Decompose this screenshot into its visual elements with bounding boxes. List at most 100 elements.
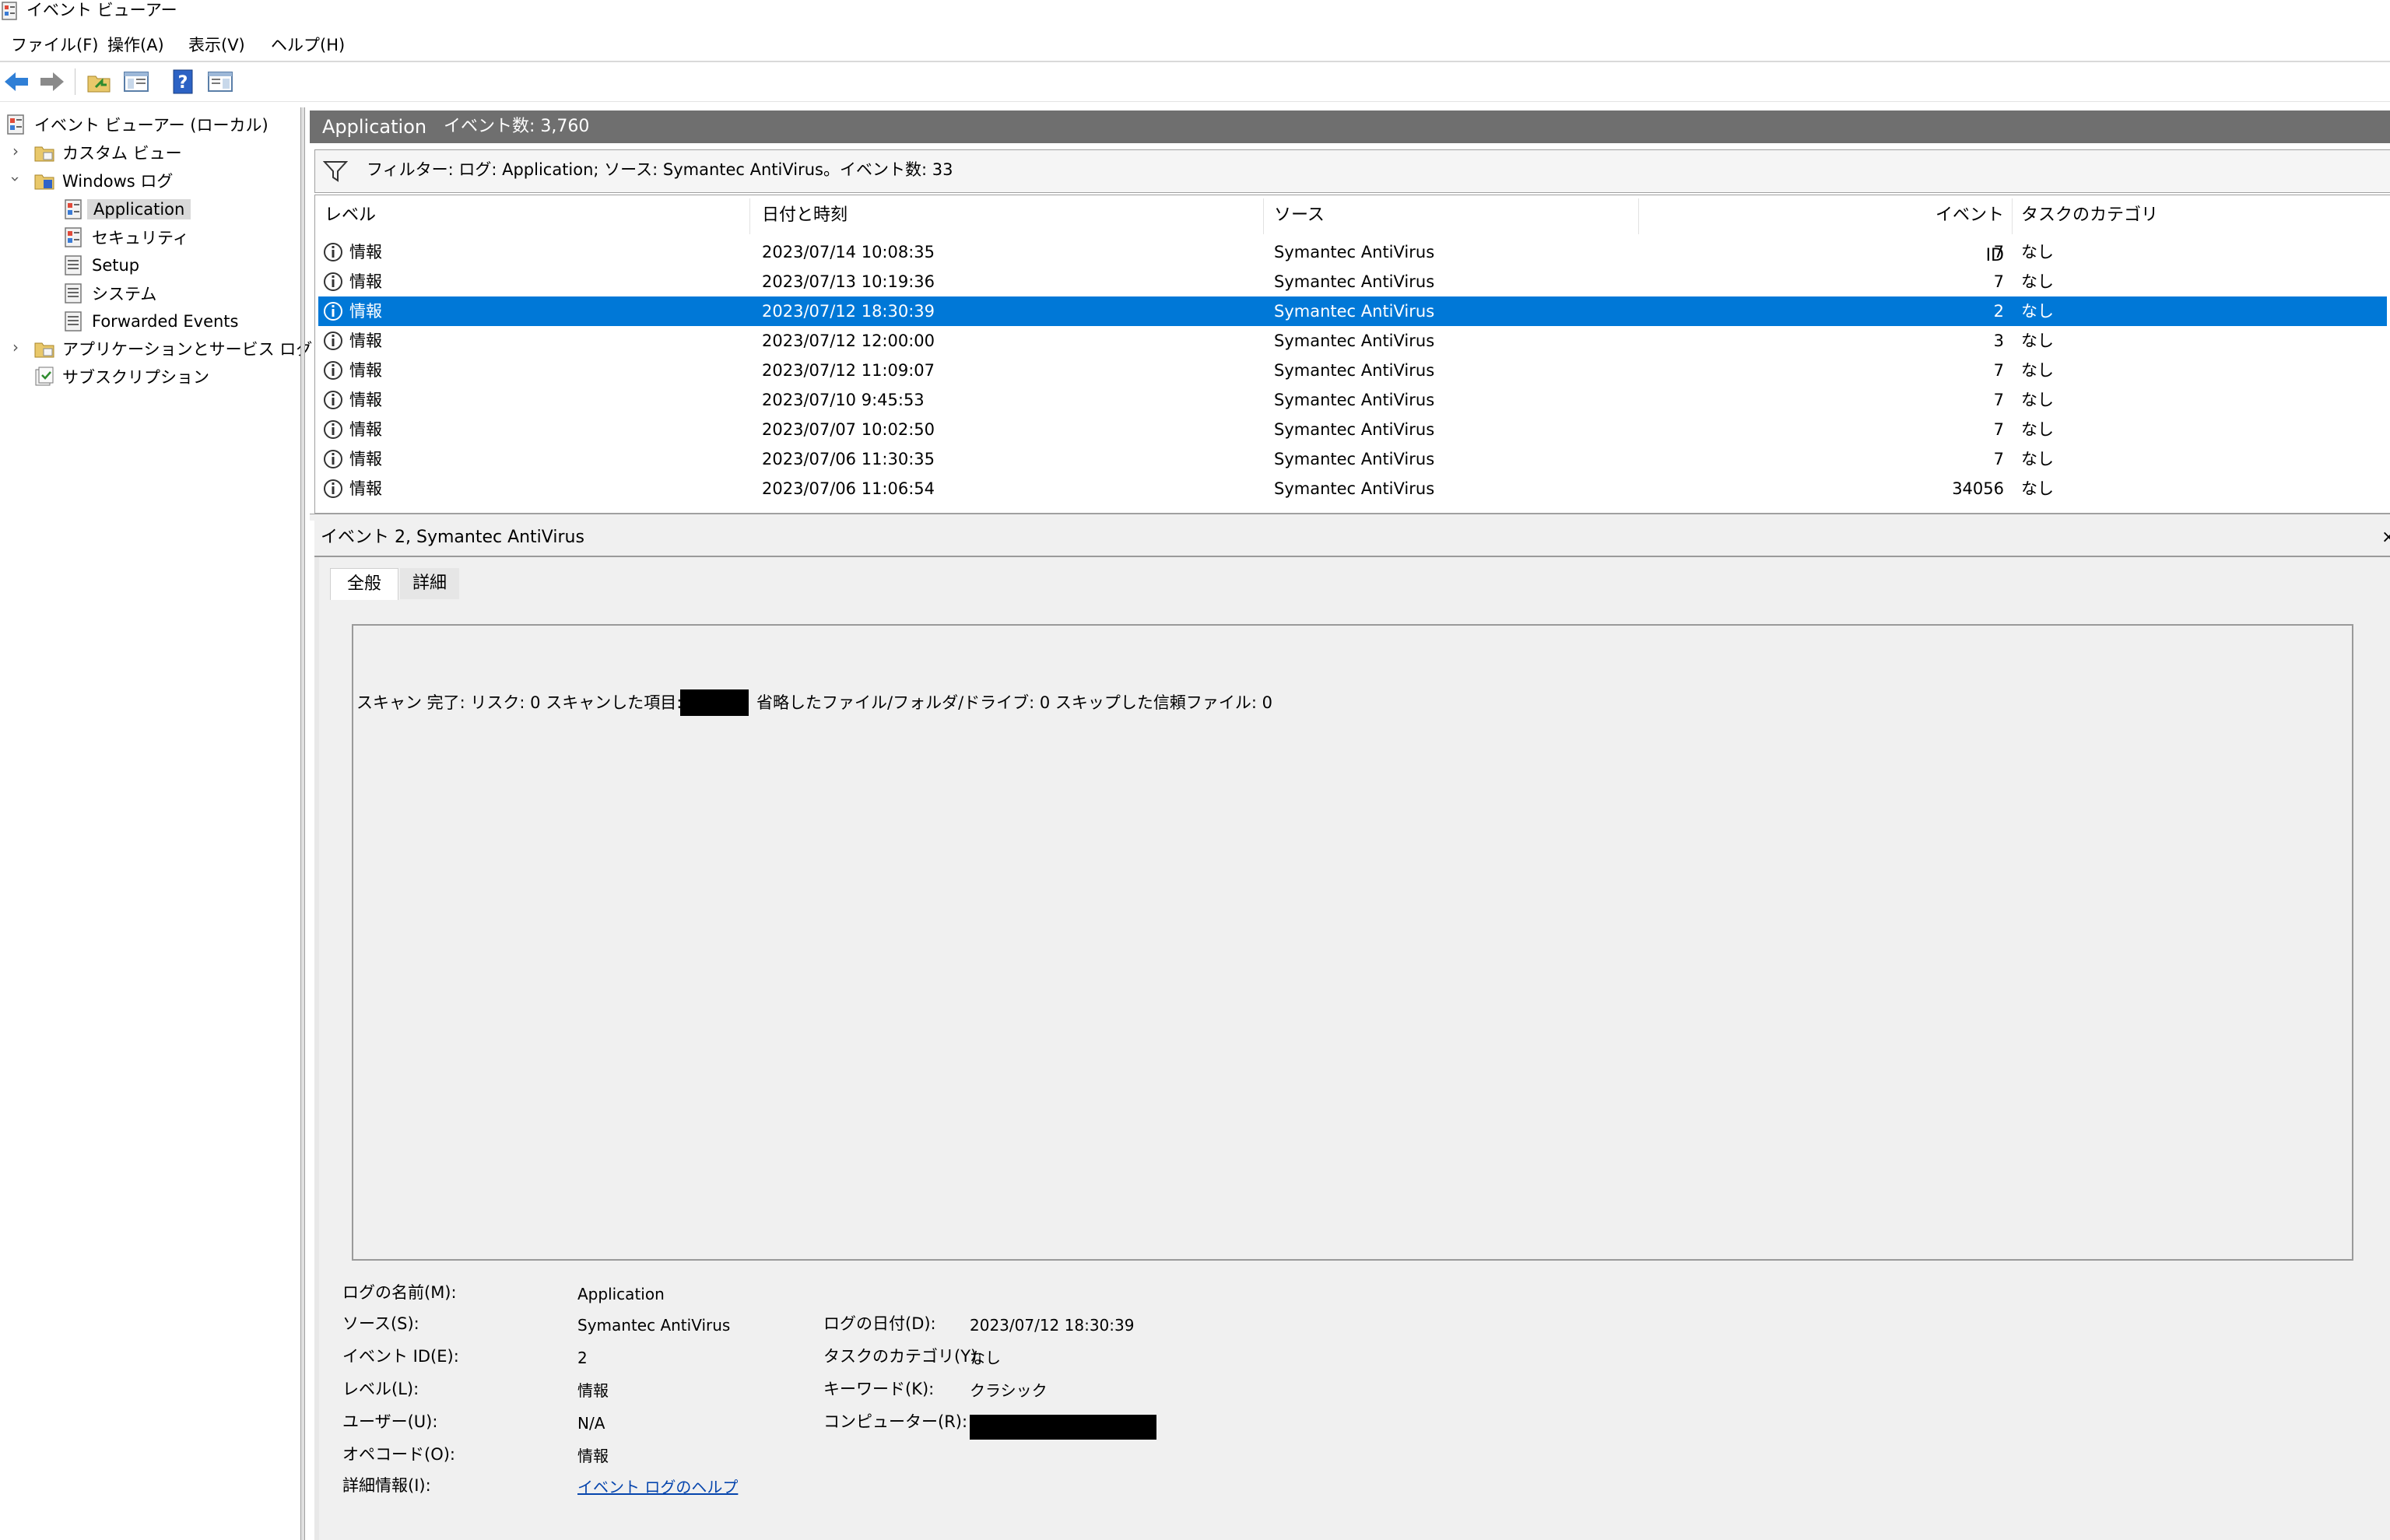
forward-arrow-icon [40,72,64,91]
log-icon [65,255,82,275]
open-folder-button[interactable] [84,67,114,96]
table-row[interactable]: 情報 2023/07/07 10:02:50 Symantec AntiVirus 7… [318,415,2387,444]
info-icon [324,420,342,439]
cell-source: Symantec AntiVirus [1274,332,1435,350]
column-divider[interactable] [2012,198,2013,234]
info-icon [324,450,342,468]
column-header-event-id[interactable]: イベント ID [1926,195,2004,265]
table-row[interactable]: 情報 2023/07/10 9:45:53 Symantec AntiVirus 7 な… [318,385,2387,415]
field-label-computer: コンピューター(R): [823,1412,968,1431]
help-button[interactable]: ? [168,67,198,96]
field-value-opcode: 情報 [577,1447,609,1465]
event-viewer-app-icon [2,2,17,20]
description-text-prefix: スキャン 完了: リスク: 0 スキャンした項目: [356,693,683,712]
tree-item-application[interactable]: Application [64,196,191,223]
column-header-datetime[interactable]: 日付と時刻 [762,195,848,236]
cell-level: 情報 [349,450,382,468]
cell-datetime: 2023/07/13 10:19:36 [762,272,935,291]
table-row[interactable]: 情報 2023/07/12 11:09:07 Symantec AntiVirus 7… [318,356,2387,385]
field-label-opcode: オペコード(O): [342,1445,455,1464]
event-table: レベル 日付と時刻 ソース イベント ID タスクのカテゴリ 情報 2023/07… [314,195,2390,514]
chevron-right-icon[interactable]: › [8,338,23,356]
column-divider[interactable] [1638,198,1639,234]
table-row[interactable]: 情報 2023/07/13 10:19:36 Symantec AntiVirus 7… [318,267,2387,296]
info-icon [324,332,342,350]
cell-level: 情報 [349,332,382,350]
column-header-task-category[interactable]: タスクのカテゴリ [2021,195,2158,236]
column-header-source[interactable]: ソース [1274,195,1325,236]
menu-help[interactable]: ヘルプ(H) [271,33,345,58]
table-row[interactable]: 情報 2023/07/14 10:08:35 Symantec AntiVirus 7… [318,237,2387,267]
tree-item-custom-views[interactable]: カスタム ビュー [34,139,182,166]
close-detail-button[interactable]: × [2381,526,2390,549]
tree-item-setup[interactable]: Setup [64,252,139,279]
tab-general[interactable]: 全般 [330,568,398,600]
cell-source: Symantec AntiVirus [1274,479,1435,498]
cell-event-id: 7 [1993,420,2004,439]
table-row-partial[interactable] [318,503,2387,513]
forward-button[interactable] [37,67,67,96]
tree-label: カスタム ビュー [62,144,182,163]
cell-event-id: 34056 [1952,479,2004,498]
tree-label: Forwarded Events [92,312,239,331]
cell-level: 情報 [349,391,382,409]
chevron-down-icon[interactable]: › [6,171,25,187]
tree-label: Windows ログ [62,172,174,191]
show-hide-console-tree-button[interactable] [121,67,151,96]
filter-bar: フィルター: ログ: Application; ソース: Symantec An… [314,149,2390,193]
tree-item-windows-logs[interactable]: Windows ログ [34,167,173,194]
cell-task-category: なし [2021,479,2054,498]
console-tree: イベント ビューアー (ローカル) › カスタム ビュー › Windows ロ… [0,107,312,1540]
event-detail-header: イベント 2, Symantec AntiVirus × [314,520,2390,557]
cell-task-category: なし [2021,302,2054,321]
tree-label: セキュリティ [92,229,189,247]
action-pane-icon [208,72,233,92]
table-row[interactable]: 情報 2023/07/06 11:30:35 Symantec AntiVirus 7… [318,444,2387,474]
folder-icon [34,342,54,358]
tree-item-system[interactable]: システム [64,280,156,307]
table-row[interactable]: 情報 2023/07/12 18:30:39 Symantec AntiVirus 2… [318,296,2387,326]
column-divider[interactable] [1263,198,1264,234]
event-viewer-icon [7,114,24,135]
field-value-log-name: Application [577,1285,665,1303]
tree-item-event-viewer-local[interactable]: イベント ビューアー (ローカル) [6,111,268,138]
cell-event-id: 2 [1993,302,2004,321]
show-hide-action-pane-button[interactable] [205,67,235,96]
menu-view[interactable]: 表示(V) [188,33,245,58]
table-row[interactable]: 情報 2023/07/12 12:00:00 Symantec AntiVirus 3… [318,326,2387,356]
event-detail-pane: 全般 詳細 スキャン 完了: リスク: 0 スキャンした項目: 省略したファイル… [314,557,2390,1540]
chevron-right-icon[interactable]: › [8,142,23,160]
tree-item-forwarded-events[interactable]: Forwarded Events [64,308,238,335]
cell-datetime: 2023/07/12 11:09:07 [762,361,935,380]
tree-item-subscriptions[interactable]: サブスクリプション [34,363,209,390]
cell-source: Symantec AntiVirus [1274,361,1435,380]
window-title: イベント ビューアー [26,1,177,19]
menu-action[interactable]: 操作(A) [107,33,164,58]
event-log-help-link[interactable]: イベント ログのヘルプ [577,1475,738,1499]
event-description-box[interactable]: スキャン 完了: リスク: 0 スキャンした項目: 省略したファイル/フォルダ/… [352,624,2353,1261]
field-value-event-id: 2 [577,1349,588,1367]
field-value-task-category: なし [970,1349,1001,1367]
cell-datetime: 2023/07/12 18:30:39 [762,302,935,321]
tree-label: サブスクリプション [62,368,209,387]
column-header-level[interactable]: レベル [325,195,376,236]
cell-event-id: 7 [1993,243,2004,261]
menu-file[interactable]: ファイル(F) [11,33,98,58]
tab-details[interactable]: 詳細 [400,568,459,599]
cell-task-category: なし [2021,272,2054,291]
menu-bar: ファイル(F) 操作(A) 表示(V) ヘルプ(H) [0,30,2390,62]
back-arrow-icon [5,72,28,91]
cell-event-id: 7 [1993,450,2004,468]
folder-icon [34,146,54,162]
field-label-event-id: イベント ID(E): [342,1347,459,1366]
tree-item-app-service-logs[interactable]: アプリケーションとサービス ログ [34,335,312,362]
table-row[interactable]: 情報 2023/07/06 11:06:54 Symantec AntiVirus 3… [318,474,2387,503]
pane-splitter[interactable] [300,107,305,1540]
subscriptions-icon [35,367,54,386]
filter-icon [323,161,348,182]
field-label-keywords: キーワード(K): [823,1380,935,1398]
column-divider[interactable] [749,198,750,234]
tree-item-security[interactable]: セキュリティ [64,224,189,251]
back-button[interactable] [2,67,31,96]
log-icon [65,283,82,303]
